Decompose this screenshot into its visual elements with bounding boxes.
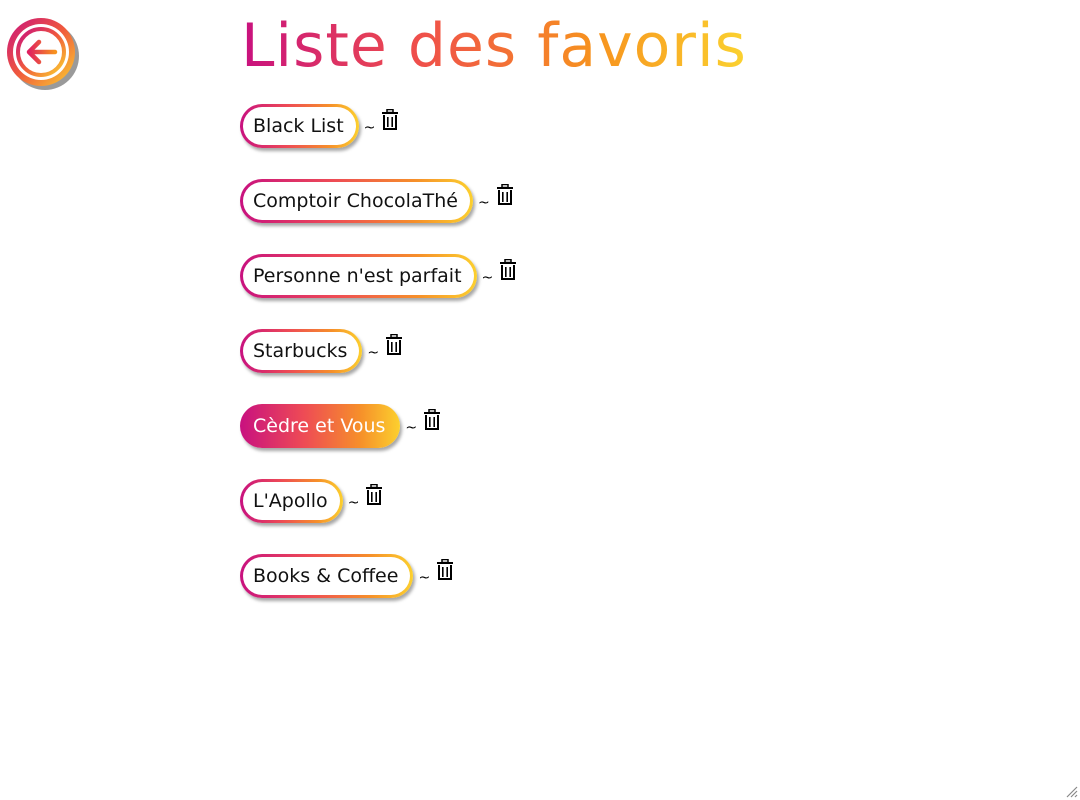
favorite-button-selected[interactable]: Cèdre et Vous [240, 404, 401, 448]
page-title: Liste des favoris [241, 8, 747, 84]
favorite-button[interactable]: Personne n'est parfait [240, 254, 477, 298]
list-item: Personne n'est parfait ~ [240, 254, 517, 298]
resize-grip-icon[interactable] [1064, 784, 1078, 798]
trash-icon[interactable] [423, 409, 441, 431]
separator: ~ [367, 345, 380, 361]
favorite-button[interactable]: Starbucks [240, 329, 363, 373]
favorite-button[interactable]: L'Apollo [240, 479, 343, 523]
favorites-page: Liste des favoris Black List ~ Comptoir … [0, 0, 1080, 800]
favorite-button[interactable]: Black List [240, 104, 359, 148]
list-item: Cèdre et Vous ~ [240, 404, 517, 448]
separator: ~ [418, 570, 431, 586]
favorite-label: Books & Coffee [243, 557, 411, 595]
trash-icon[interactable] [499, 259, 517, 281]
separator: ~ [363, 120, 376, 136]
separator: ~ [405, 420, 418, 436]
favorite-button[interactable]: Comptoir ChocolaThé [240, 179, 473, 223]
favorites-list: Black List ~ Comptoir ChocolaThé ~ Perso… [240, 104, 517, 629]
trash-icon[interactable] [436, 559, 454, 581]
list-item: Comptoir ChocolaThé ~ [240, 179, 517, 223]
favorite-label: Comptoir ChocolaThé [243, 182, 470, 220]
favorite-label: Black List [243, 107, 356, 145]
favorite-button[interactable]: Books & Coffee [240, 554, 414, 598]
favorite-label: L'Apollo [243, 482, 340, 520]
separator: ~ [347, 495, 360, 511]
list-item: Black List ~ [240, 104, 517, 148]
separator: ~ [481, 270, 494, 286]
trash-icon[interactable] [385, 334, 403, 356]
arrow-left-circle-icon [7, 18, 79, 90]
list-item: Books & Coffee ~ [240, 554, 517, 598]
favorite-label: Personne n'est parfait [243, 257, 474, 295]
separator: ~ [477, 195, 490, 211]
favorite-label: Starbucks [243, 332, 360, 370]
list-item: L'Apollo ~ [240, 479, 517, 523]
back-button[interactable] [6, 14, 84, 92]
list-item: Starbucks ~ [240, 329, 517, 373]
trash-icon[interactable] [496, 184, 514, 206]
favorite-label: Cèdre et Vous [253, 415, 386, 437]
trash-icon[interactable] [365, 484, 383, 506]
trash-icon[interactable] [381, 109, 399, 131]
